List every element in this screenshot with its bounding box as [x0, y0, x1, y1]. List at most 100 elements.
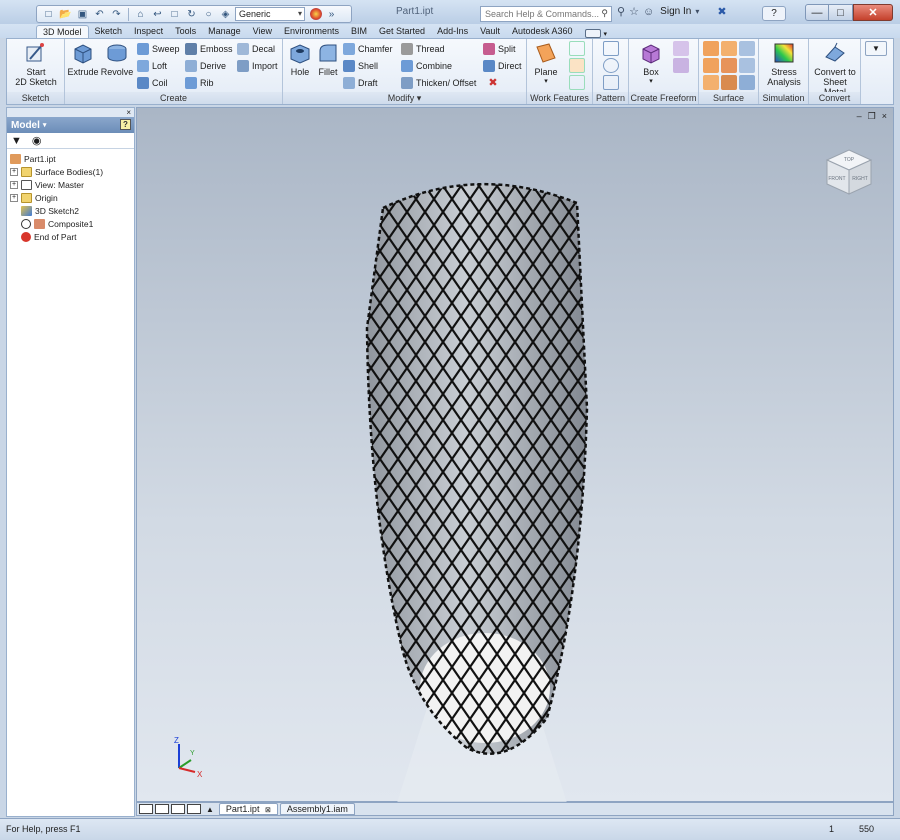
- extrude-button[interactable]: Extrude: [67, 41, 99, 77]
- fillet-button[interactable]: Fillet: [315, 41, 341, 77]
- hole-button[interactable]: Hole: [287, 41, 313, 77]
- new-file-icon[interactable]: □: [41, 7, 56, 21]
- tree-node-surface-bodies[interactable]: + Surface Bodies(1): [7, 165, 134, 178]
- box-button[interactable]: Box ▾: [637, 41, 665, 87]
- appearance-dropdown[interactable]: Generic ▾: [235, 7, 305, 21]
- chamfer-button[interactable]: Chamfer: [343, 41, 393, 56]
- stitch-icon[interactable]: [703, 41, 719, 56]
- find-icon[interactable]: ◉: [32, 134, 42, 147]
- tree-node-origin[interactable]: + Origin: [7, 191, 134, 204]
- more-icon[interactable]: »: [324, 7, 339, 21]
- ruled-surface-icon[interactable]: [703, 75, 719, 90]
- save-icon[interactable]: ▣: [75, 7, 90, 21]
- ribbon-options-icon[interactable]: ▼: [865, 41, 887, 56]
- filter-icon[interactable]: ▼: [11, 135, 22, 147]
- patch-icon[interactable]: [721, 41, 737, 56]
- sign-in-button[interactable]: Sign In: [660, 6, 691, 17]
- start-2d-sketch-button[interactable]: Start 2D Sketch: [11, 41, 61, 87]
- chevron-down-icon[interactable]: ▾: [695, 7, 699, 16]
- loft-button[interactable]: Loft: [137, 58, 167, 73]
- combine-button[interactable]: Combine: [401, 58, 452, 73]
- user-icon[interactable]: ☺: [643, 6, 654, 18]
- convert-to-sheet-metal-button[interactable]: Convert to Sheet Metal: [811, 41, 859, 97]
- ucs-icon[interactable]: [569, 75, 585, 90]
- tab-view[interactable]: View: [247, 25, 278, 38]
- home-icon[interactable]: ⌂: [133, 7, 148, 21]
- doc-tab-part1[interactable]: Part1.ipt ⊠: [218, 803, 278, 815]
- expand-icon[interactable]: +: [10, 167, 18, 176]
- tab-add-ins[interactable]: Add-Ins: [431, 25, 474, 38]
- graphics-viewport[interactable]: – ❐ × TOP FRONT RIGHT Z Y X: [136, 107, 894, 803]
- ribbon-display-toggle[interactable]: ▾: [579, 29, 614, 38]
- face-icon[interactable]: [673, 41, 689, 56]
- tree-node-end-of-part[interactable]: End of Part: [7, 230, 134, 243]
- horizontal-layout-icon[interactable]: [171, 804, 185, 814]
- tree-node-part[interactable]: Part1.ipt: [7, 152, 134, 165]
- browser-help-icon[interactable]: ?: [120, 119, 131, 130]
- sculpt-icon[interactable]: [739, 41, 755, 56]
- convert-freeform-icon[interactable]: [673, 58, 689, 73]
- derive-button[interactable]: Derive: [185, 58, 226, 73]
- return-icon[interactable]: ↩: [150, 7, 165, 21]
- tab-autodesk-a360[interactable]: Autodesk A360: [506, 25, 579, 38]
- doc-tab-assembly1[interactable]: Assembly1.iam: [279, 803, 355, 815]
- color-wheel-icon[interactable]: [310, 8, 322, 20]
- maximize-button[interactable]: □: [829, 4, 853, 21]
- mirror-icon[interactable]: [603, 75, 619, 90]
- update-icon[interactable]: ↻: [184, 7, 199, 21]
- replace-face-icon[interactable]: [721, 75, 737, 90]
- undo-icon[interactable]: ↶: [92, 7, 107, 21]
- globe-icon[interactable]: ◈: [218, 7, 233, 21]
- minimize-button[interactable]: —: [805, 4, 829, 21]
- select-icon[interactable]: ○: [201, 7, 216, 21]
- search-help-input[interactable]: Search Help & Commands... ⚲: [480, 6, 612, 22]
- extend-icon[interactable]: [721, 58, 737, 73]
- axis-icon[interactable]: [569, 41, 585, 56]
- redo-icon[interactable]: ↷: [109, 7, 124, 21]
- open-folder-icon[interactable]: 📂: [58, 7, 73, 21]
- point-icon[interactable]: [569, 58, 585, 73]
- coil-button[interactable]: Coil: [137, 75, 168, 90]
- tab-tools[interactable]: Tools: [169, 25, 202, 38]
- tree-node-3d-sketch[interactable]: 3D Sketch2: [7, 204, 134, 217]
- decal-button[interactable]: Decal: [237, 41, 275, 56]
- boundary-icon[interactable]: [739, 58, 755, 73]
- tab-inspect[interactable]: Inspect: [128, 25, 169, 38]
- tile-layout-icon[interactable]: [139, 804, 153, 814]
- draft-button[interactable]: Draft: [343, 75, 378, 90]
- browser-close-bar[interactable]: ×: [7, 108, 134, 117]
- thicken-offset-button[interactable]: Thicken/ Offset: [401, 75, 476, 90]
- modify-panel-label[interactable]: Modify ▾: [283, 92, 526, 104]
- close-window-button[interactable]: ✕: [853, 4, 893, 21]
- help-button[interactable]: ?: [762, 6, 786, 21]
- expand-icon[interactable]: +: [10, 180, 18, 189]
- direct-button[interactable]: Direct: [483, 58, 522, 73]
- viewcube[interactable]: TOP FRONT RIGHT: [823, 146, 875, 198]
- tab-manage[interactable]: Manage: [202, 25, 247, 38]
- communication-icon[interactable]: ⚲: [617, 5, 625, 18]
- shell-button[interactable]: Shell: [343, 58, 378, 73]
- thread-button[interactable]: Thread: [401, 41, 445, 56]
- expand-icon[interactable]: +: [10, 193, 18, 202]
- cascade-layout-icon[interactable]: [155, 804, 169, 814]
- emboss-button[interactable]: Emboss: [185, 41, 233, 56]
- circular-pattern-icon[interactable]: [603, 58, 619, 73]
- split-button[interactable]: Split: [483, 41, 516, 56]
- trim-icon[interactable]: [703, 58, 719, 73]
- tab-get-started[interactable]: Get Started: [373, 25, 431, 38]
- sweep-button[interactable]: Sweep: [137, 41, 180, 56]
- project-icon[interactable]: □: [167, 7, 182, 21]
- plane-button[interactable]: Plane ▾: [531, 41, 561, 87]
- tab-environments[interactable]: Environments: [278, 25, 345, 38]
- tab-sketch[interactable]: Sketch: [89, 25, 129, 38]
- vertical-layout-icon[interactable]: [187, 804, 201, 814]
- stress-analysis-button[interactable]: Stress Analysis: [761, 41, 807, 87]
- open-documents-icon[interactable]: ▲: [206, 805, 214, 814]
- close-icon[interactable]: ⊠: [265, 807, 271, 814]
- tab-3d-model[interactable]: 3D Model: [36, 25, 89, 38]
- delete-face-icon[interactable]: ✖: [485, 76, 501, 91]
- import-button[interactable]: Import: [237, 58, 278, 73]
- repair-icon[interactable]: [739, 75, 755, 90]
- favorites-star-icon[interactable]: ☆: [629, 5, 639, 18]
- tree-node-view-master[interactable]: + View: Master: [7, 178, 134, 191]
